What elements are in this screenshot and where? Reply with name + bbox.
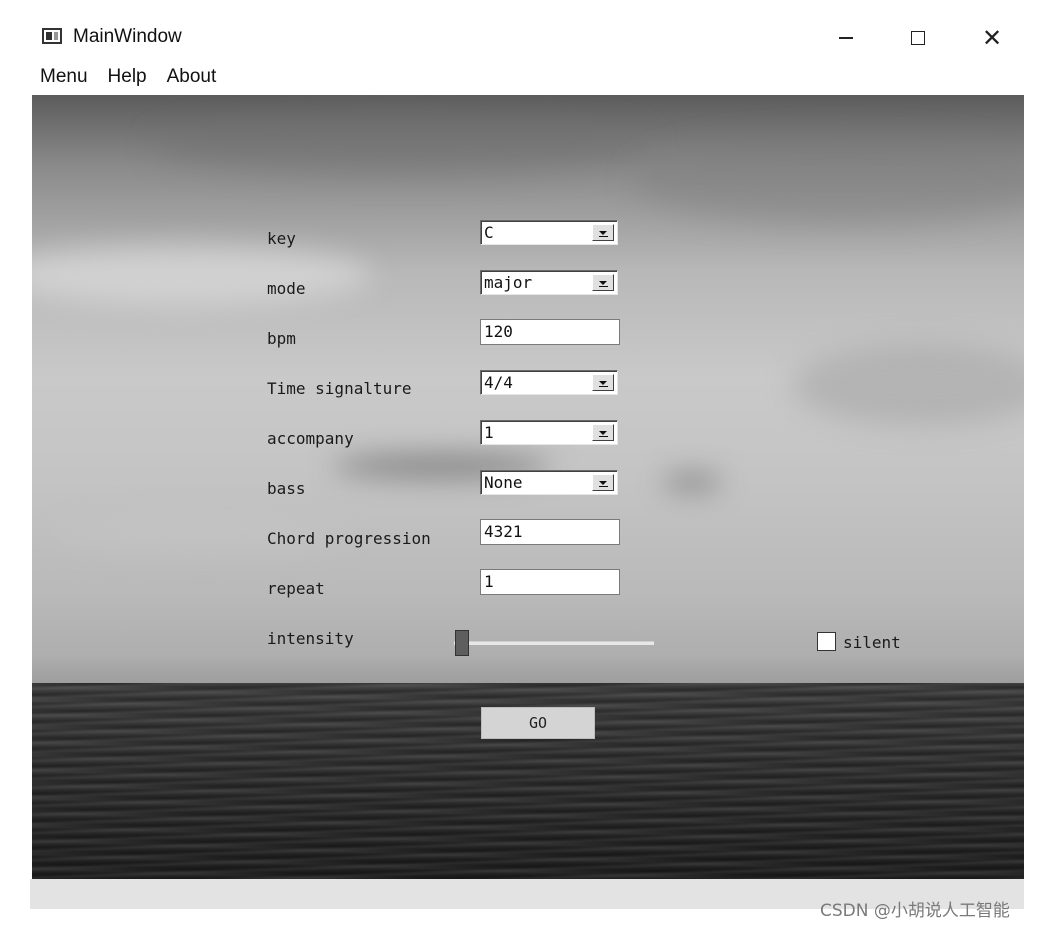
intensity-label: intensity [267,629,354,648]
silent-label[interactable]: silent [843,633,901,652]
time-signature-combo-value: 4/4 [484,373,513,392]
accompany-combo-value: 1 [484,423,494,442]
title-bar: MainWindow ✕ [30,18,1024,58]
menu-item-about[interactable]: About [157,62,227,94]
bass-label: bass [267,479,306,498]
key-combo[interactable]: C [480,220,618,245]
mode-label: mode [267,279,306,298]
chord-progression-input[interactable]: 4321 [480,519,620,545]
maximize-button[interactable] [898,22,938,54]
slider-handle[interactable] [455,630,469,656]
bpm-label: bpm [267,329,296,348]
mode-combo[interactable]: major [480,270,618,295]
close-icon: ✕ [981,24,1003,52]
chord-progression-label: Chord progression [267,529,431,548]
key-combo-value: C [484,223,494,242]
chevron-down-icon[interactable] [592,474,614,491]
app-window-icon [42,28,62,44]
watermark-text: CSDN @小胡说人工智能 [820,901,1010,921]
bass-combo[interactable]: None [480,470,618,495]
minimize-button[interactable] [826,22,866,54]
key-label: key [267,229,296,248]
chevron-down-icon[interactable] [592,424,614,441]
menu-item-menu[interactable]: Menu [30,62,98,94]
menu-bar: Menu Help About [30,62,226,94]
chevron-down-icon[interactable] [592,374,614,391]
bpm-input[interactable]: 120 [480,319,620,345]
slider-groove[interactable] [454,641,654,645]
close-button[interactable]: ✕ [972,22,1012,54]
bass-combo-value: None [484,473,523,492]
chevron-down-icon[interactable] [592,274,614,291]
minimize-icon [839,37,853,39]
mode-combo-value: major [484,273,533,292]
repeat-input[interactable]: 1 [480,569,620,595]
horizon-haze [32,655,1024,685]
time-signature-combo[interactable]: 4/4 [480,370,618,395]
central-widget: key C mode major bpm 120 Time signalture… [32,95,1024,879]
repeat-label: repeat [267,579,325,598]
menu-item-help[interactable]: Help [98,62,157,94]
go-button[interactable]: GO [481,707,595,739]
accompany-label: accompany [267,429,354,448]
maximize-icon [911,31,925,45]
window-title: MainWindow [73,26,182,47]
main-window: MainWindow ✕ Menu Help About key C mode … [0,0,1048,928]
chevron-down-icon[interactable] [592,224,614,241]
silent-checkbox[interactable] [817,632,836,651]
time-signature-label: Time signalture [267,379,412,398]
intensity-slider[interactable] [454,628,656,656]
accompany-combo[interactable]: 1 [480,420,618,445]
